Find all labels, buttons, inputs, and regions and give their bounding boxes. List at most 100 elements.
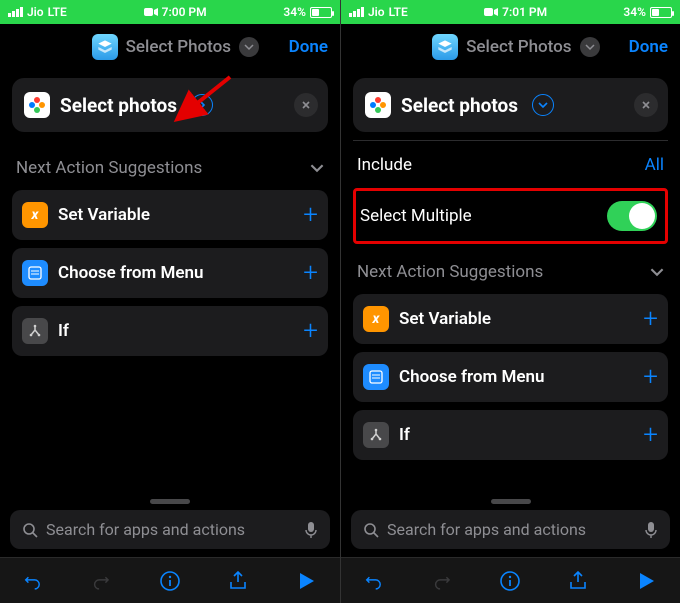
suggestion-label: Set Variable [58,205,293,225]
suggestion-if[interactable]: If + [353,410,668,460]
chevron-down-icon [585,42,595,52]
search-icon [22,522,38,538]
battery-icon [310,7,332,18]
network: LTE [389,5,408,19]
include-value[interactable]: All [645,155,664,175]
page-title: Select Photos [466,37,571,57]
signal-icon [349,7,364,17]
clock: 7:00 PM [162,5,207,19]
select-multiple-label: Select Multiple [360,206,472,226]
action-title: Select photos [401,94,518,117]
title-menu-button[interactable] [239,37,259,57]
grabber-handle[interactable] [150,499,190,504]
share-button[interactable] [563,566,593,596]
branch-icon [363,422,389,448]
screenshot-left: Jio LTE 7:00 PM 34% Select Photos Done [0,0,340,603]
suggestions-title: Next Action Suggestions [16,158,202,178]
info-button[interactable] [495,566,525,596]
battery-pct: 34% [623,5,646,19]
suggestion-if[interactable]: If + [12,306,328,356]
suggestion-label: If [399,425,633,445]
bottom-panel: Search for apps and actions [341,493,680,603]
add-icon: + [643,422,658,448]
done-button[interactable]: Done [629,37,668,57]
run-button[interactable] [291,566,321,596]
video-icon [484,7,498,17]
branch-icon [22,318,48,344]
video-icon [144,7,158,17]
suggestion-set-variable[interactable]: x Set Variable + [12,190,328,240]
add-icon: + [303,318,318,344]
suggestion-label: Choose from Menu [399,367,633,387]
chevron-right-icon [197,100,207,110]
shortcut-app-icon [92,34,118,60]
action-title: Select photos [60,94,177,117]
undo-button[interactable] [360,566,390,596]
grabber-handle[interactable] [491,499,531,504]
add-icon: + [303,202,318,228]
suggestion-label: Set Variable [399,309,633,329]
expand-options-button[interactable] [191,94,213,116]
photos-app-icon [365,92,391,118]
search-placeholder: Search for apps and actions [387,520,636,539]
status-bar: Jio LTE 7:01 PM 34% [341,0,680,24]
action-card[interactable]: Select photos [353,78,668,132]
done-button[interactable]: Done [289,37,328,57]
add-icon: + [643,364,658,390]
chevron-down-icon [310,161,324,175]
info-button[interactable] [155,566,185,596]
search-field[interactable]: Search for apps and actions [351,510,670,549]
network: LTE [48,5,67,19]
search-field[interactable]: Search for apps and actions [10,510,330,549]
include-row[interactable]: Include All [353,140,668,189]
add-icon: + [303,260,318,286]
remove-action-button[interactable] [294,93,318,117]
run-button[interactable] [631,566,661,596]
remove-action-button[interactable] [634,93,658,117]
chevron-down-icon [538,100,548,110]
signal-icon [8,7,23,17]
menu-icon [22,260,48,286]
add-icon: + [643,306,658,332]
suggestion-label: Choose from Menu [58,263,293,283]
photos-app-icon [24,92,50,118]
undo-button[interactable] [19,566,49,596]
chevron-down-icon [244,42,254,52]
carrier: Jio [27,5,44,19]
suggestion-choose-menu[interactable]: Choose from Menu + [353,352,668,402]
mic-icon[interactable] [304,521,318,539]
suggestions-header[interactable]: Next Action Suggestions [0,140,340,186]
title-menu-button[interactable] [580,37,600,57]
suggestions-title: Next Action Suggestions [357,262,543,282]
mic-icon[interactable] [644,521,658,539]
close-icon [301,100,311,110]
variable-icon: x [22,202,48,228]
clock: 7:01 PM [502,5,547,19]
redo-button[interactable] [87,566,117,596]
share-button[interactable] [223,566,253,596]
page-title: Select Photos [126,37,231,57]
collapse-options-button[interactable] [532,94,554,116]
status-bar: Jio LTE 7:00 PM 34% [0,0,340,24]
toolbar [341,557,680,603]
suggestion-label: If [58,321,293,341]
title-row: Select Photos Done [341,24,680,70]
close-icon [641,100,651,110]
carrier: Jio [368,5,385,19]
action-card[interactable]: Select photos [12,78,328,132]
variable-icon: x [363,306,389,332]
chevron-down-icon [650,265,664,279]
menu-icon [363,364,389,390]
action-options: Include All Select Multiple [353,140,668,244]
bottom-panel: Search for apps and actions [0,493,340,603]
suggestions-header[interactable]: Next Action Suggestions [341,244,680,290]
suggestion-set-variable[interactable]: x Set Variable + [353,294,668,344]
search-placeholder: Search for apps and actions [46,520,296,539]
suggestion-choose-menu[interactable]: Choose from Menu + [12,248,328,298]
select-multiple-toggle[interactable] [607,201,657,231]
shortcut-app-icon [432,34,458,60]
title-row: Select Photos Done [0,24,340,70]
battery-icon [650,7,672,18]
search-icon [363,522,379,538]
redo-button[interactable] [428,566,458,596]
